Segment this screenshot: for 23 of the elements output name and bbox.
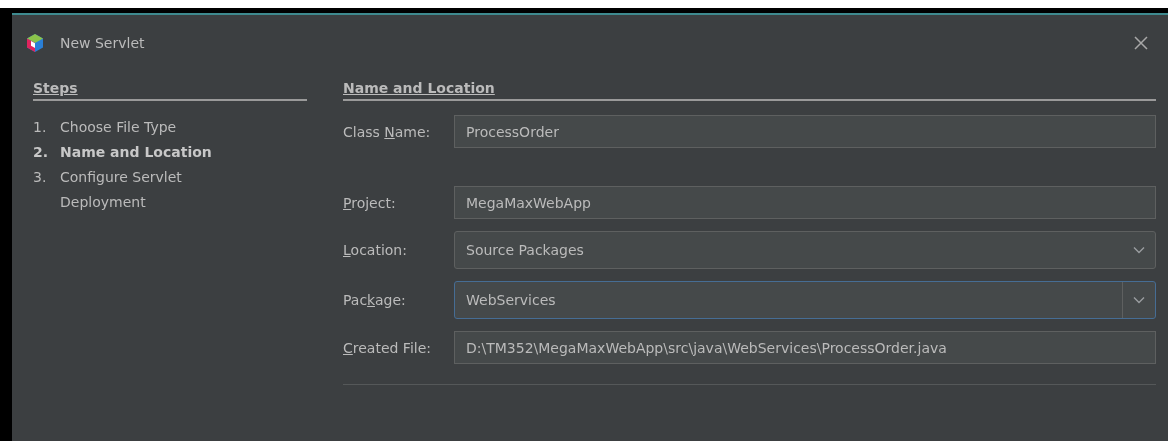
step-label: Name and Location <box>60 143 213 162</box>
window-title: New Servlet <box>60 35 145 51</box>
chevron-down-icon <box>1133 246 1145 254</box>
field-label: Package: <box>343 292 407 308</box>
step-label: Choose File Type <box>60 118 178 137</box>
field-label: Project: <box>343 194 397 211</box>
close-icon[interactable] <box>1132 34 1150 52</box>
section-heading: Name and Location <box>343 80 495 96</box>
step-number: 2. <box>33 143 50 162</box>
step-number: 3. <box>33 168 48 187</box>
field-label: Location: <box>343 242 408 258</box>
field-label: Class Name: <box>343 123 432 140</box>
combo-box[interactable]: WebServices <box>454 281 1156 319</box>
steps-heading: Steps <box>33 80 78 96</box>
cube-logo-icon <box>26 33 44 53</box>
text-field[interactable]: ProcessOrder <box>454 115 1156 148</box>
step-number: 1. <box>33 118 48 137</box>
chevron-down-icon <box>1133 296 1145 304</box>
dropdown[interactable]: Source Packages <box>454 231 1156 269</box>
step-label: Configure Servlet Deployment <box>60 168 183 212</box>
text-field[interactable]: D:\TM352\MegaMaxWebApp\src\java\WebServices\ProcessOrder.java <box>454 331 1156 364</box>
text-field[interactable]: MegaMaxWebApp <box>454 186 1156 219</box>
field-label: Created File: <box>343 339 432 356</box>
